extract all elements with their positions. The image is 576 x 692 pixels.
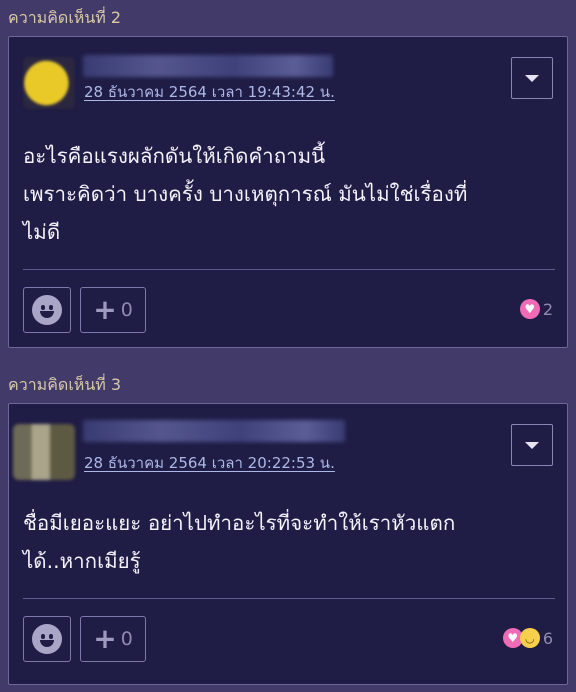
divider [23, 269, 555, 270]
avatar[interactable] [23, 57, 75, 109]
comment-body: อะไรคือแรงผลักดันให้เกิดคำถามนี้ เพราะคิ… [23, 137, 555, 251]
reaction-summary[interactable]: ♥ ◡ 6 [502, 628, 553, 648]
smiley-icon [32, 624, 62, 654]
plus-vote-button[interactable]: + 0 [80, 287, 146, 333]
emotion-button[interactable] [23, 616, 71, 662]
heart-eyes-emoji-icon: ♥ [519, 299, 540, 319]
comment-card: 28 ธันวาคม 2564 เวลา 20:22:53 น. ชื่อมีเ… [8, 403, 568, 685]
chevron-down-icon [525, 74, 539, 82]
chevron-down-icon [525, 441, 539, 449]
comment-line: ได้..หากเมียรู้ [23, 549, 141, 573]
reaction-summary[interactable]: ♥ 2 [519, 299, 553, 319]
comment-timestamp[interactable]: 28 ธันวาคม 2564 เวลา 20:22:53 น. [84, 451, 335, 475]
plus-icon: + [93, 293, 117, 326]
username-redacted[interactable] [83, 420, 345, 442]
reaction-count: 2 [542, 299, 553, 319]
plus-icon: + [93, 622, 117, 655]
comment-menu-button[interactable] [511, 57, 553, 99]
comment-body: ชื่อมีเยอะแยะ อย่าไปทำอะไรที่จะทำให้เราห… [23, 504, 555, 580]
smiley-icon [32, 295, 62, 325]
plus-vote-button[interactable]: + 0 [80, 616, 146, 662]
comment-line: ไม่ดี [23, 220, 61, 244]
laughing-emoji-icon: ◡ [519, 628, 540, 648]
comment-menu-button[interactable] [511, 424, 553, 466]
avatar[interactable] [13, 424, 75, 480]
plus-count: 0 [120, 628, 133, 650]
comment-line: เพราะคิดว่า บางครั้ง บางเหตุการณ์ มันไม่… [23, 182, 468, 206]
comment-timestamp[interactable]: 28 ธันวาคม 2564 เวลา 19:43:42 น. [84, 80, 335, 104]
reaction-count: 6 [542, 628, 553, 648]
comment-card: 28 ธันวาคม 2564 เวลา 19:43:42 น. อะไรคือ… [8, 36, 568, 348]
comment-label: ความคิดเห็นที่ 2 [8, 8, 122, 27]
comment-line: ชื่อมีเยอะแยะ อย่าไปทำอะไรที่จะทำให้เราห… [23, 511, 456, 535]
plus-count: 0 [120, 299, 133, 321]
comment-line: อะไรคือแรงผลักดันให้เกิดคำถามนี้ [23, 144, 326, 168]
comment-label: ความคิดเห็นที่ 3 [8, 375, 122, 394]
emotion-button[interactable] [23, 287, 71, 333]
divider [23, 598, 555, 599]
username-redacted[interactable] [83, 55, 333, 77]
